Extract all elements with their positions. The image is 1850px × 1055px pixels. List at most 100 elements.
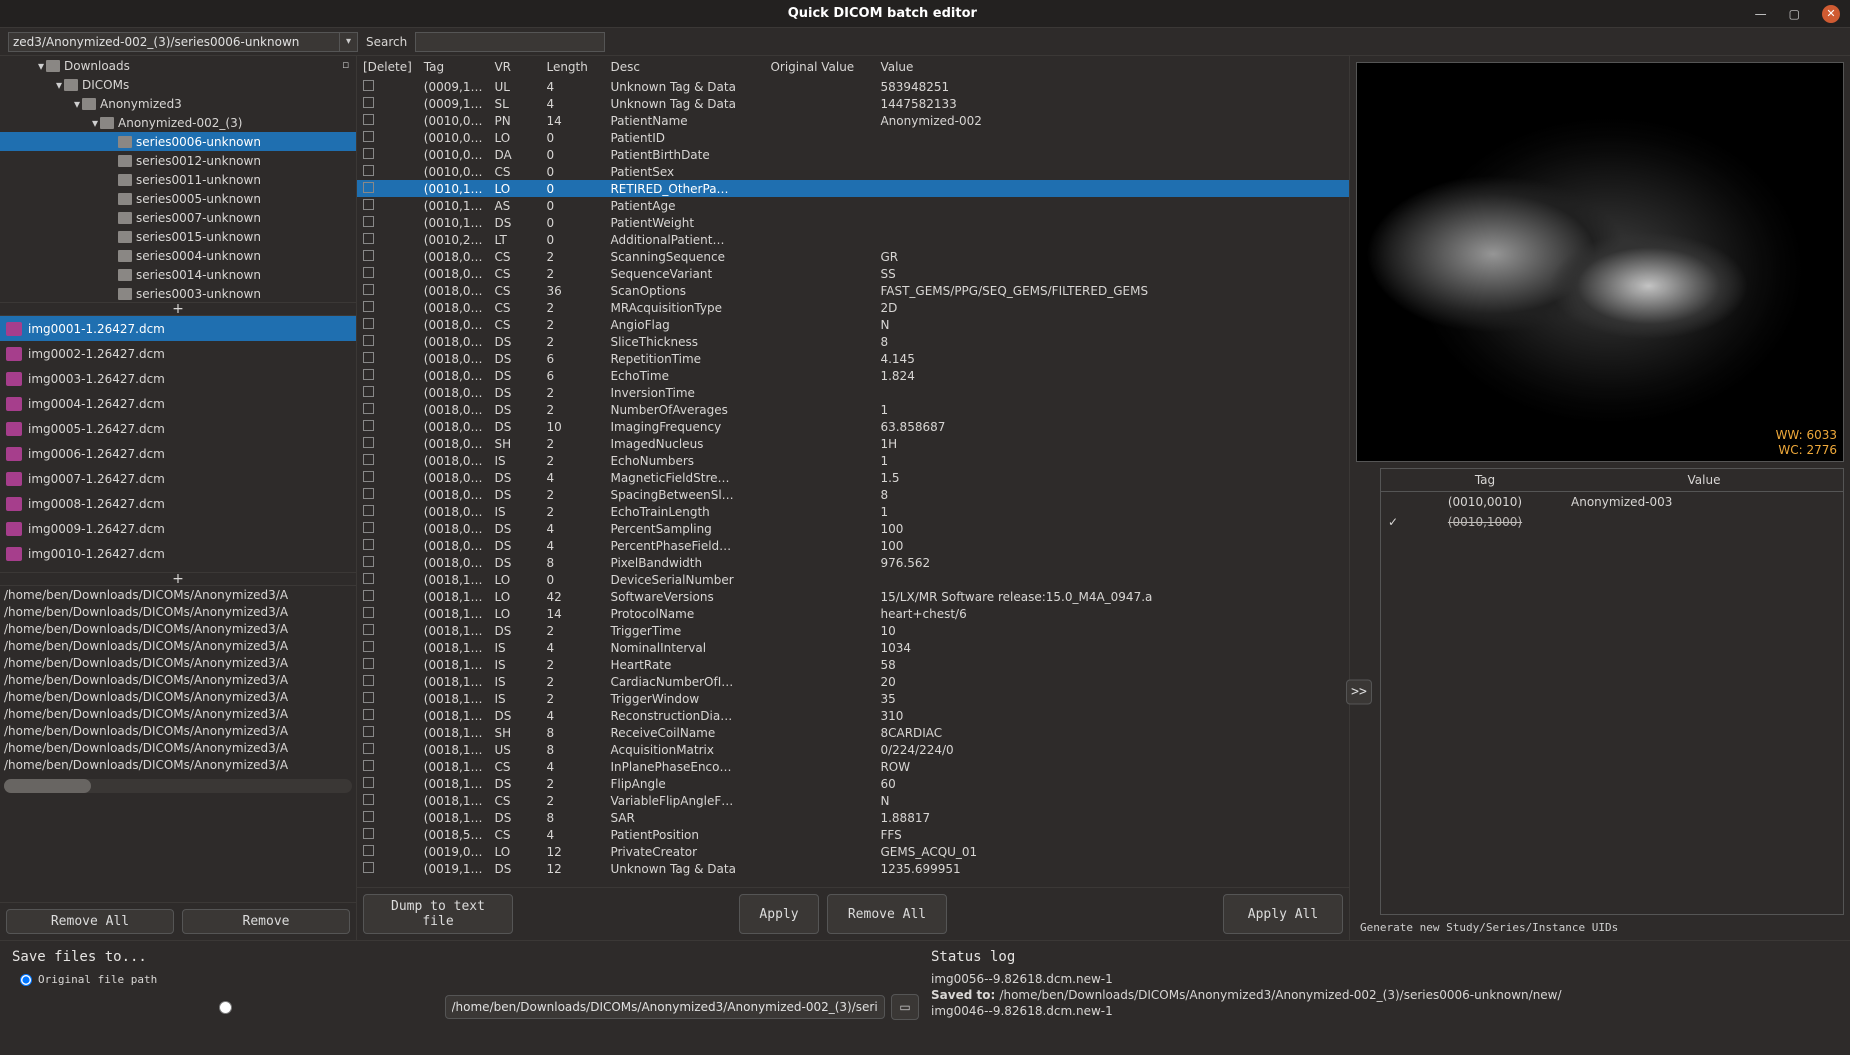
- search-input[interactable]: [415, 32, 605, 52]
- tag-row[interactable]: (0018,1…SH8ReceiveCoilName8CARDIAC: [357, 724, 1349, 741]
- tree-item[interactable]: ▾DICOMs: [0, 75, 356, 94]
- tag-row[interactable]: (0018,0…DS2SliceThickness8: [357, 333, 1349, 350]
- delete-checkbox[interactable]: [363, 556, 374, 567]
- tag-row[interactable]: (0018,1…LO14ProtocolNameheart+chest/6: [357, 605, 1349, 622]
- apply-button[interactable]: Apply: [739, 894, 819, 934]
- path-item[interactable]: /home/ben/Downloads/DICOMs/Anonymized3/A: [0, 690, 356, 707]
- tag-row[interactable]: (0018,1…CS4InPlanePhaseEnco…ROW: [357, 758, 1349, 775]
- image-preview[interactable]: WW: 6033 WC: 2776: [1356, 62, 1844, 462]
- delete-checkbox[interactable]: [363, 131, 374, 142]
- tree-item[interactable]: series0014-unknown: [0, 265, 356, 284]
- delete-checkbox[interactable]: [363, 454, 374, 465]
- file-item[interactable]: img0010-1.26427.dcm: [0, 541, 356, 566]
- col-delete[interactable]: [Delete]: [357, 56, 418, 78]
- delete-checkbox[interactable]: [363, 862, 374, 873]
- delete-checkbox[interactable]: [363, 488, 374, 499]
- chevron-down-icon[interactable]: ▾: [340, 32, 358, 52]
- file-item[interactable]: img0003-1.26427.dcm: [0, 366, 356, 391]
- col-vr[interactable]: VR: [488, 56, 540, 78]
- tag-row[interactable]: (0018,0…CS2SequenceVariantSS: [357, 265, 1349, 282]
- save-dest-input[interactable]: [445, 995, 886, 1019]
- tag-row[interactable]: (0010,1…AS0PatientAge: [357, 197, 1349, 214]
- delete-checkbox[interactable]: [363, 675, 374, 686]
- path-item[interactable]: /home/ben/Downloads/DICOMs/Anonymized3/A: [0, 605, 356, 622]
- apply-all-button[interactable]: Apply All: [1223, 894, 1343, 934]
- chevron-down-icon[interactable]: ▾: [90, 116, 100, 130]
- tag-row[interactable]: (0018,1…LO0DeviceSerialNumber: [357, 571, 1349, 588]
- tag-row[interactable]: (0018,0…DS6RepetitionTime4.145: [357, 350, 1349, 367]
- tag-row[interactable]: (0018,0…DS2NumberOfAverages1: [357, 401, 1349, 418]
- tag-row[interactable]: (0018,1…IS2HeartRate58: [357, 656, 1349, 673]
- remove-all-center-button[interactable]: Remove All: [827, 894, 947, 934]
- path-item[interactable]: /home/ben/Downloads/DICOMs/Anonymized3/A: [0, 724, 356, 741]
- delete-checkbox[interactable]: [363, 267, 374, 278]
- delete-checkbox[interactable]: [363, 828, 374, 839]
- tag-row[interactable]: (0010,0…PN14PatientNameAnonymized-002: [357, 112, 1349, 129]
- path-item[interactable]: /home/ben/Downloads/DICOMs/Anonymized3/A: [0, 707, 356, 724]
- edit-check[interactable]: ✓: [1381, 512, 1405, 532]
- delete-checkbox[interactable]: [363, 573, 374, 584]
- file-list[interactable]: img0001-1.26427.dcmimg0002-1.26427.dcmim…: [0, 316, 356, 572]
- tree-pane-add-button[interactable]: +: [0, 302, 356, 316]
- radio-original-path-input[interactable]: [20, 974, 32, 986]
- delete-checkbox[interactable]: [363, 97, 374, 108]
- folder-tree[interactable]: ▫ ▾Downloads▾DICOMs▾Anonymized3▾Anonymiz…: [0, 56, 356, 302]
- tag-row[interactable]: (0018,0…SH2ImagedNucleus1H: [357, 435, 1349, 452]
- path-input[interactable]: [8, 32, 340, 52]
- tag-row[interactable]: (0018,0…DS2SpacingBetweenSl…8: [357, 486, 1349, 503]
- maximize-icon[interactable]: ▢: [1789, 7, 1800, 21]
- tag-row[interactable]: (0018,1…CS2VariableFlipAngleF…N: [357, 792, 1349, 809]
- tree-item[interactable]: series0003-unknown: [0, 284, 356, 302]
- delete-checkbox[interactable]: [363, 182, 374, 193]
- tree-item[interactable]: series0004-unknown: [0, 246, 356, 265]
- tag-row[interactable]: (0019,1…DS12Unknown Tag & Data1235.69995…: [357, 860, 1349, 877]
- tag-row[interactable]: (0010,1…DS0PatientWeight: [357, 214, 1349, 231]
- delete-checkbox[interactable]: [363, 165, 374, 176]
- delete-checkbox[interactable]: [363, 318, 374, 329]
- path-item[interactable]: /home/ben/Downloads/DICOMs/Anonymized3/A: [0, 741, 356, 758]
- edit-row[interactable]: ✓(0010,1000): [1381, 512, 1843, 532]
- file-item[interactable]: img0001-1.26427.dcm: [0, 316, 356, 341]
- tag-row[interactable]: (0019,0…LO12PrivateCreatorGEMS_ACQU_01: [357, 843, 1349, 860]
- delete-checkbox[interactable]: [363, 539, 374, 550]
- tag-row[interactable]: (0018,0…IS2EchoNumbers1: [357, 452, 1349, 469]
- file-item[interactable]: img0005-1.26427.dcm: [0, 416, 356, 441]
- tree-item[interactable]: ▾Anonymized3: [0, 94, 356, 113]
- file-item[interactable]: img0006-1.26427.dcm: [0, 441, 356, 466]
- tag-row[interactable]: (0010,0…CS0PatientSex: [357, 163, 1349, 180]
- tag-row[interactable]: (0018,0…DS8PixelBandwidth976.562: [357, 554, 1349, 571]
- col-desc[interactable]: Desc: [604, 56, 764, 78]
- tag-row[interactable]: (0018,1…DS8SAR1.88817: [357, 809, 1349, 826]
- tag-row[interactable]: (0018,0…DS6EchoTime1.824: [357, 367, 1349, 384]
- file-item[interactable]: img0002-1.26427.dcm: [0, 341, 356, 366]
- file-item[interactable]: img0008-1.26427.dcm: [0, 491, 356, 516]
- tag-row[interactable]: (0018,0…CS2MRAcquisitionType2D: [357, 299, 1349, 316]
- tag-row[interactable]: (0010,0…LO0PatientID: [357, 129, 1349, 146]
- tag-row[interactable]: (0018,0…CS36ScanOptionsFAST_GEMS/PPG/SEQ…: [357, 282, 1349, 299]
- delete-checkbox[interactable]: [363, 352, 374, 363]
- minimize-icon[interactable]: —: [1755, 7, 1767, 21]
- tree-item[interactable]: ▾Downloads: [0, 56, 356, 75]
- paths-list[interactable]: /home/ben/Downloads/DICOMs/Anonymized3/A…: [0, 586, 356, 902]
- delete-checkbox[interactable]: [363, 590, 374, 601]
- tag-row[interactable]: (0018,0…CS2ScanningSequenceGR: [357, 248, 1349, 265]
- tag-row[interactable]: (0018,0…DS4PercentSampling100: [357, 520, 1349, 537]
- tree-item[interactable]: series0007-unknown: [0, 208, 356, 227]
- tag-row[interactable]: (0018,1…IS4NominalInterval1034: [357, 639, 1349, 656]
- delete-checkbox[interactable]: [363, 369, 374, 380]
- delete-checkbox[interactable]: [363, 250, 374, 261]
- delete-checkbox[interactable]: [363, 811, 374, 822]
- delete-checkbox[interactable]: [363, 233, 374, 244]
- delete-checkbox[interactable]: [363, 148, 374, 159]
- delete-checkbox[interactable]: [363, 80, 374, 91]
- edit-check[interactable]: [1381, 492, 1405, 513]
- tag-row[interactable]: (0018,1…DS2TriggerTime10: [357, 622, 1349, 639]
- file-item[interactable]: img0004-1.26427.dcm: [0, 391, 356, 416]
- tag-row[interactable]: (0018,1…IS2CardiacNumberOfI…20: [357, 673, 1349, 690]
- tag-row[interactable]: (0018,0…IS2EchoTrainLength1: [357, 503, 1349, 520]
- tag-row[interactable]: (0018,1…DS2FlipAngle60: [357, 775, 1349, 792]
- chevron-down-icon[interactable]: ▾: [54, 78, 64, 92]
- delete-checkbox[interactable]: [363, 777, 374, 788]
- tag-row[interactable]: (0010,2…LT0AdditionalPatient…: [357, 231, 1349, 248]
- edits-col-tag[interactable]: Tag: [1405, 469, 1565, 492]
